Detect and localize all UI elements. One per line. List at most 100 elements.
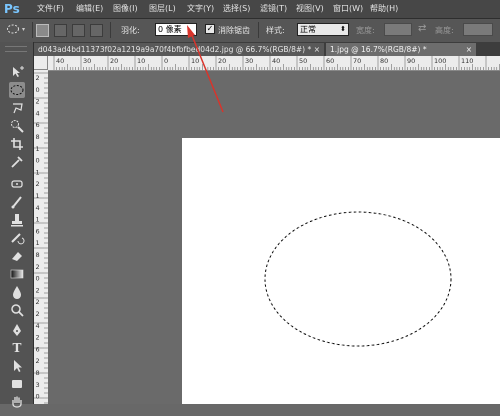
- style-select-value: 正常: [300, 25, 316, 34]
- intersect-selection-button[interactable]: [90, 24, 103, 37]
- height-label: 高度:: [435, 26, 454, 35]
- ruler-tick-label: 6: [36, 345, 40, 353]
- subtract-from-selection-button[interactable]: [72, 24, 85, 37]
- options-bar: ▾ 羽化: 0 像素 ✓ 消除锯齿 样式: 正常 ⬍ 宽度: ⇄ 高度:: [0, 19, 500, 43]
- height-field[interactable]: [463, 23, 493, 36]
- ruler-tick-label: 10: [191, 57, 199, 65]
- ruler-tick-label: 2: [36, 286, 40, 294]
- type-tool-icon[interactable]: T: [9, 340, 25, 356]
- move-tool-icon[interactable]: [9, 64, 25, 80]
- new-selection-button[interactable]: [36, 24, 49, 37]
- document-tab-active[interactable]: d043ad4bd11373f02a1219a9a70f4bfbfbed04d2…: [34, 43, 324, 56]
- ruler-tick-label: 90: [407, 57, 415, 65]
- document-tab[interactable]: 1.jpg @ 16.7%(RGB/8#) * ×: [326, 43, 476, 56]
- history-brush-tool-icon[interactable]: [9, 230, 25, 246]
- menu-view[interactable]: 视图(V): [296, 3, 324, 15]
- vertical-ruler[interactable]: 2024681012141618202224262830: [34, 70, 49, 404]
- style-select[interactable]: 正常 ⬍: [297, 23, 349, 36]
- ruler-tick-label: 20: [110, 57, 118, 65]
- menu-layer[interactable]: 图层(L): [149, 3, 176, 15]
- ruler-tick-label: 60: [326, 57, 334, 65]
- ruler-tick-label: 1: [36, 168, 40, 176]
- ruler-tick-label: 50: [299, 57, 307, 65]
- ruler-tick-label: 80: [380, 57, 388, 65]
- ruler-tick-label: 6: [36, 121, 40, 129]
- brush-tool-icon[interactable]: [9, 194, 25, 210]
- menu-window[interactable]: 窗口(W): [333, 3, 363, 15]
- chevron-updown-icon: ⬍: [340, 25, 346, 33]
- ruler-tick-label: 8: [36, 251, 40, 259]
- pen-tool-icon[interactable]: [9, 322, 25, 338]
- ruler-tick-label: 4: [36, 322, 40, 330]
- photoshop-logo: Ps: [4, 2, 20, 16]
- quick-selection-tool-icon[interactable]: [9, 118, 25, 134]
- menu-file[interactable]: 文件(F): [37, 3, 64, 15]
- menu-image[interactable]: 图像(I): [113, 3, 138, 15]
- dodge-tool-icon[interactable]: [9, 302, 25, 318]
- ruler-tick-label: 2: [36, 357, 40, 365]
- ruler-tick-label: 0: [164, 57, 168, 65]
- hand-tool-icon[interactable]: [9, 394, 25, 410]
- elliptical-marquee-preset-icon[interactable]: [6, 23, 20, 35]
- ruler-tick-label: 2: [36, 180, 40, 188]
- width-label: 宽度:: [356, 26, 375, 35]
- ruler-tick-label: 0: [36, 393, 40, 401]
- toolbox-grip[interactable]: [5, 46, 27, 52]
- ruler-tick-label: 3: [36, 381, 40, 389]
- antialias-checkbox[interactable]: ✓: [205, 24, 215, 34]
- path-selection-tool-icon[interactable]: [9, 358, 25, 374]
- width-field[interactable]: [384, 23, 412, 36]
- rectangle-tool-icon[interactable]: [9, 376, 25, 392]
- feather-label: 羽化:: [121, 26, 140, 35]
- add-to-selection-button[interactable]: [54, 24, 67, 37]
- ruler-tick-label: 0: [36, 157, 40, 165]
- document-canvas[interactable]: [182, 138, 500, 404]
- feather-input[interactable]: 0 像素: [155, 23, 197, 36]
- document-tab-label: d043ad4bd11373f02a1219a9a70f4bfbfbed04d2…: [38, 45, 312, 54]
- menu-edit[interactable]: 编辑(E): [76, 3, 103, 15]
- menu-filter[interactable]: 滤镜(T): [260, 3, 287, 15]
- ruler-tick-label: 4: [36, 109, 40, 117]
- ruler-tick-label: 70: [353, 57, 361, 65]
- close-icon[interactable]: ×: [314, 43, 320, 56]
- clone-stamp-tool-icon[interactable]: [9, 212, 25, 228]
- ruler-tick-label: 0: [36, 275, 40, 283]
- menu-select[interactable]: 选择(S): [223, 3, 250, 15]
- menu-type[interactable]: 文字(Y): [187, 3, 214, 15]
- ruler-tick-label: 10: [137, 57, 145, 65]
- ruler-tick-label: 2: [36, 74, 40, 82]
- ruler-tick-label: 2: [36, 334, 40, 342]
- swap-dimensions-icon[interactable]: ⇄: [418, 23, 426, 34]
- ruler-tick-label: 1: [36, 216, 40, 224]
- menu-help[interactable]: 帮助(H): [370, 3, 398, 15]
- ruler-tick-label: 1: [36, 192, 40, 200]
- elliptical-selection[interactable]: [182, 138, 500, 404]
- chevron-down-icon[interactable]: ▾: [22, 26, 25, 33]
- ruler-tick-label: 2: [36, 298, 40, 306]
- ruler-origin[interactable]: [34, 56, 48, 70]
- ruler-tick-label: 0: [36, 86, 40, 94]
- close-icon[interactable]: ×: [466, 43, 472, 56]
- crop-tool-icon[interactable]: [9, 136, 25, 152]
- ruler-tick-label: 30: [245, 57, 253, 65]
- ruler-tick-label: 8: [36, 133, 40, 141]
- ruler-tick-label: 110: [461, 57, 473, 65]
- antialias-label: 消除锯齿: [218, 26, 250, 35]
- eyedropper-tool-icon[interactable]: [9, 154, 25, 170]
- ruler-tick-label: 40: [56, 57, 64, 65]
- ruler-tick-label: 8: [36, 369, 40, 377]
- horizontal-ruler[interactable]: 40 30 20 10 0 10 20 30 40 50 60 70 80 90 100 110: [48, 56, 500, 71]
- ruler-tick-label: 6: [36, 227, 40, 235]
- eraser-tool-icon[interactable]: [9, 248, 25, 264]
- menu-bar: Ps 文件(F) 编辑(E) 图像(I) 图层(L) 文字(Y) 选择(S) 滤…: [0, 0, 500, 19]
- ruler-tick-label: 30: [83, 57, 91, 65]
- ruler-tick-label: 2: [36, 310, 40, 318]
- style-label: 样式:: [266, 26, 285, 35]
- elliptical-marquee-tool-icon[interactable]: [9, 82, 25, 98]
- lasso-tool-icon[interactable]: [9, 100, 25, 116]
- blur-tool-icon[interactable]: [9, 284, 25, 300]
- spot-healing-tool-icon[interactable]: [9, 176, 25, 192]
- gradient-tool-icon[interactable]: [9, 266, 25, 282]
- ruler-tick-label: 40: [272, 57, 280, 65]
- ruler-tick-label: 2: [36, 98, 40, 106]
